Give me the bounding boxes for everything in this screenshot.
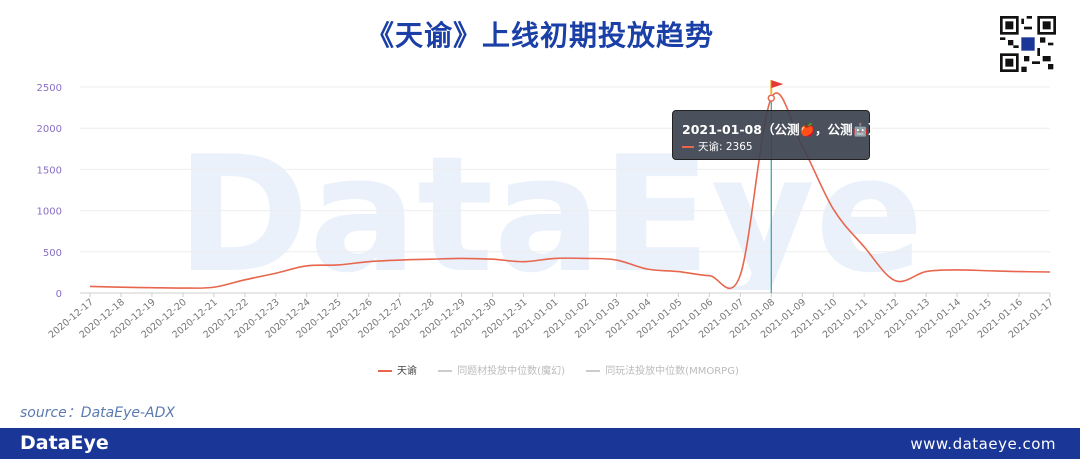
legend-item-tianyu[interactable]: 天谕 <box>378 362 417 377</box>
tooltip-series-swatch <box>682 146 694 148</box>
y-tick-label: 500 <box>43 248 62 259</box>
line-chart: 050010001500200025002020-12-172020-12-18… <box>37 80 1056 341</box>
series-line-tianyu <box>89 92 1051 290</box>
tooltip-series-row: 天谕: 2365 <box>682 139 753 154</box>
y-tick-label: 0 <box>56 289 62 300</box>
legend-item-theme-median[interactable]: 同题材投放中位数(魔幻) <box>438 362 565 377</box>
highlight-point <box>767 94 776 102</box>
y-tick-label: 1500 <box>37 165 62 176</box>
legend: 天谕 同题材投放中位数(魔幻) 同玩法投放中位数(MMORPG) <box>378 362 757 377</box>
source-note: source：DataEye-ADX <box>20 405 175 421</box>
footer-url[interactable]: www.dataeye.com <box>910 435 1056 453</box>
footer-bar: DataEye www.dataeye.com <box>0 428 1080 459</box>
legend-item-gameplay-median[interactable]: 同玩法投放中位数(MMORPG) <box>586 362 739 377</box>
y-tick-label: 1000 <box>37 207 62 218</box>
tooltip-series-value: 天谕: 2365 <box>698 141 753 153</box>
tooltip: 2021-01-08（公测🍎，公测🤖） 天谕: 2365 <box>672 110 881 160</box>
y-tick-label: 2500 <box>37 83 62 94</box>
y-tick-label: 2000 <box>37 124 62 135</box>
footer-brand: DataEye <box>20 432 109 454</box>
tooltip-date: 2021-01-08（公测🍎，公测🤖） <box>682 122 881 137</box>
